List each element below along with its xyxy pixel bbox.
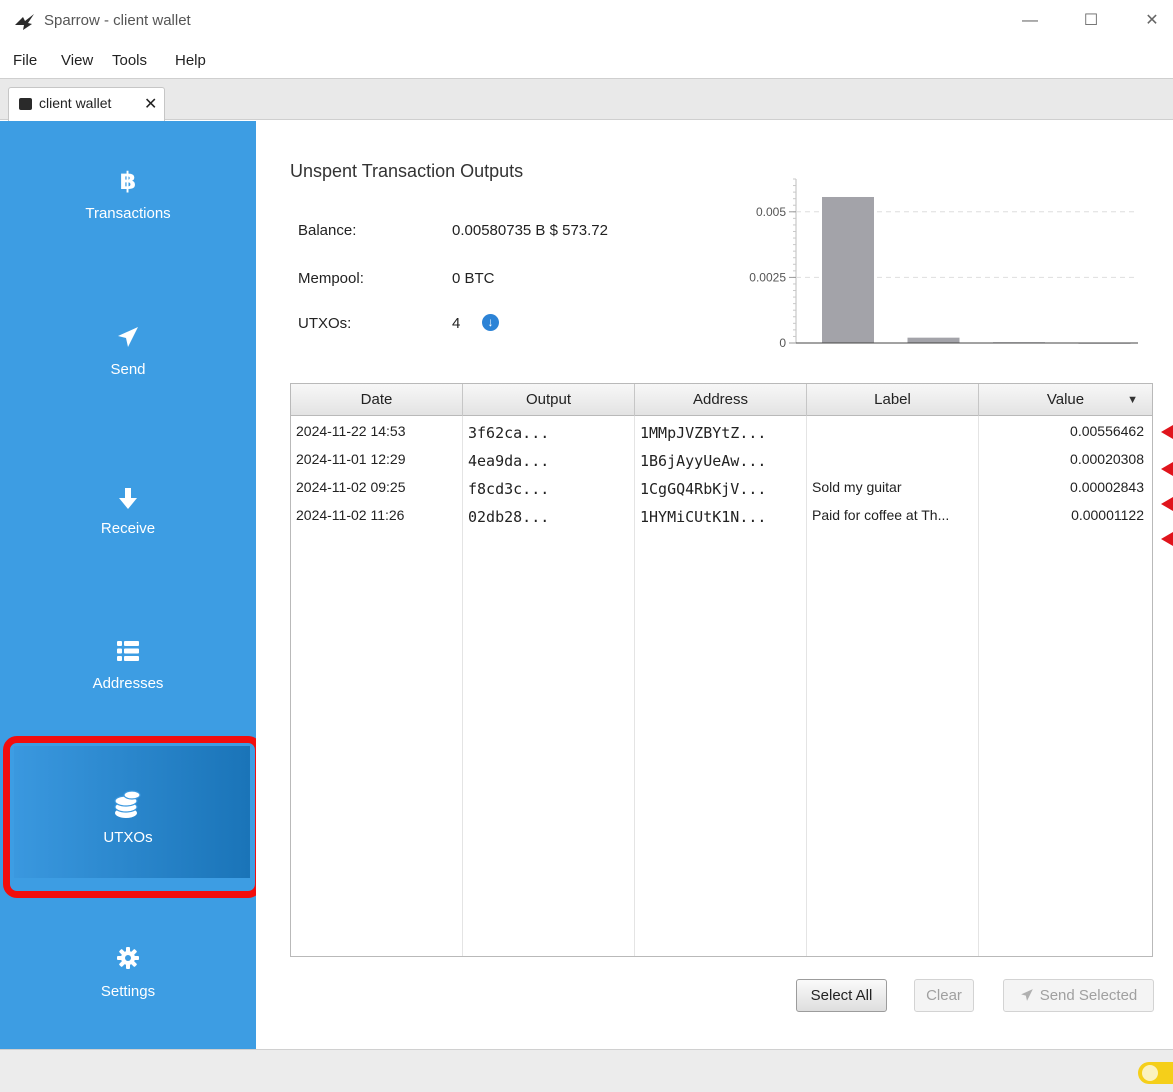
y-tick-label: 0 xyxy=(779,336,786,350)
y-tick-label: 0.005 xyxy=(756,205,786,219)
column-header-output[interactable]: Output xyxy=(463,384,635,416)
column-header-value-label: Value xyxy=(1046,391,1085,408)
tab-strip: client wallet ✕ xyxy=(0,78,1173,121)
sparrow-logo-icon xyxy=(15,14,34,30)
cell-date: 2024-11-02 09:25 xyxy=(296,479,406,495)
utxo-chart: 0.005 0.0025 0 xyxy=(749,178,1138,350)
cell-address: 1B6jAyyUeAw... xyxy=(640,452,767,470)
menu-help[interactable]: Help xyxy=(175,52,206,69)
send-selected-button[interactable]: Send Selected xyxy=(1003,979,1154,1012)
table-row[interactable]: 2024-11-02 11:26 02db28... 1HYMiCUtK1N..… xyxy=(291,502,1152,530)
column-header-value[interactable]: Value ▼ xyxy=(979,384,1152,416)
menu-bar: File View Tools Help xyxy=(0,44,1173,78)
toggle-knob xyxy=(1142,1065,1158,1081)
menu-view[interactable]: View xyxy=(61,52,93,69)
arrow-down-icon xyxy=(119,488,137,509)
cell-value: 0.00001122 xyxy=(1071,507,1144,523)
menu-tools[interactable]: Tools xyxy=(112,52,147,69)
close-window-button[interactable]: ✕ xyxy=(1137,8,1167,34)
cell-date: 2024-11-01 12:29 xyxy=(296,451,406,467)
cell-output: 4ea9da... xyxy=(468,452,550,470)
utxo-count-label: UTXOs: xyxy=(298,315,352,332)
cell-value: 0.00002843 xyxy=(1070,479,1144,495)
minimize-button[interactable]: — xyxy=(1015,8,1045,34)
sidebar-item-receive[interactable]: Receive xyxy=(0,476,256,616)
table-row[interactable]: 2024-11-22 14:53 3f62ca... 1MMpJVZBYtZ..… xyxy=(291,418,1152,446)
cell-output: f8cd3c... xyxy=(468,480,550,498)
mempool-value: 0 BTC xyxy=(452,270,495,287)
menu-file[interactable]: File xyxy=(13,52,37,69)
cell-label: Sold my guitar xyxy=(812,479,902,495)
chart-bar xyxy=(907,337,960,343)
sidebar-item-transactions[interactable]: ฿ Transactions xyxy=(0,151,256,291)
utxo-table: Date Output Address Label Value ▼ 2024-1… xyxy=(290,383,1153,957)
wallet-icon xyxy=(19,98,32,110)
cell-address: 1CgGQ4RbKjV... xyxy=(640,480,767,498)
select-all-button[interactable]: Select All xyxy=(796,979,887,1012)
cell-value: 0.00556462 xyxy=(1070,423,1144,439)
table-header: Date Output Address Label Value ▼ xyxy=(291,384,1152,416)
balance-value: 0.00580735 B $ 573.72 xyxy=(452,222,608,239)
column-header-label[interactable]: Label xyxy=(807,384,979,416)
paper-plane-icon xyxy=(1020,989,1033,1001)
cell-output: 02db28... xyxy=(468,508,550,526)
cell-output: 3f62ca... xyxy=(468,424,550,442)
tab-close-icon[interactable]: ✕ xyxy=(144,94,157,114)
column-header-date[interactable]: Date xyxy=(291,384,463,416)
connection-toggle[interactable] xyxy=(1138,1062,1173,1084)
gear-icon xyxy=(117,947,139,969)
clear-button[interactable]: Clear xyxy=(914,979,974,1012)
column-header-address[interactable]: Address xyxy=(635,384,807,416)
sidebar-item-send[interactable]: Send xyxy=(0,311,256,451)
sidebar-item-label: Send xyxy=(110,361,146,378)
tab-client-wallet[interactable]: client wallet ✕ xyxy=(8,87,165,121)
utxo-count-value: 4 xyxy=(452,315,461,332)
status-bar xyxy=(0,1049,1173,1092)
sort-descending-icon: ▼ xyxy=(1127,394,1138,406)
window-title: Sparrow - client wallet xyxy=(44,12,191,29)
mempool-label: Mempool: xyxy=(298,270,364,287)
highlight-annotation xyxy=(3,736,262,898)
sidebar-item-label: Addresses xyxy=(92,675,164,692)
sidebar-item-label: Transactions xyxy=(85,205,171,222)
cell-label: Paid for coffee at Th... xyxy=(812,507,950,523)
cell-date: 2024-11-22 14:53 xyxy=(296,423,406,439)
arrow-down-circle-icon[interactable]: ↓ xyxy=(482,314,499,331)
chart-bar xyxy=(822,196,874,343)
table-row[interactable]: 2024-11-02 09:25 f8cd3c... 1CgGQ4RbKjV..… xyxy=(291,474,1152,502)
y-tick-label: 0.0025 xyxy=(749,270,786,284)
page-title: Unspent Transaction Outputs xyxy=(290,161,524,181)
cell-value: 0.00020308 xyxy=(1070,451,1144,467)
list-icon xyxy=(117,641,139,661)
sidebar-item-label: Receive xyxy=(100,520,156,537)
bitcoin-icon: ฿ xyxy=(119,168,137,195)
send-selected-label: Send Selected xyxy=(1039,987,1138,1004)
cell-address: 1MMpJVZBYtZ... xyxy=(640,424,767,442)
maximize-button[interactable]: ☐ xyxy=(1076,8,1106,34)
tab-label: client wallet xyxy=(39,95,112,111)
balance-label: Balance: xyxy=(298,222,357,239)
table-row[interactable]: 2024-11-01 12:29 4ea9da... 1B6jAyyUeAw..… xyxy=(291,446,1152,474)
paper-plane-icon xyxy=(118,327,138,347)
cell-date: 2024-11-02 11:26 xyxy=(296,507,405,523)
sidebar-item-label: Settings xyxy=(100,983,156,1000)
title-bar: Sparrow - client wallet — ☐ ✕ xyxy=(0,0,1173,44)
sidebar: ฿ Transactions Send Receive Addresses UT… xyxy=(0,121,256,1049)
main-panel: Unspent Transaction Outputs Balance: 0.0… xyxy=(256,121,1173,1049)
cell-address: 1HYMiCUtK1N... xyxy=(640,508,767,526)
